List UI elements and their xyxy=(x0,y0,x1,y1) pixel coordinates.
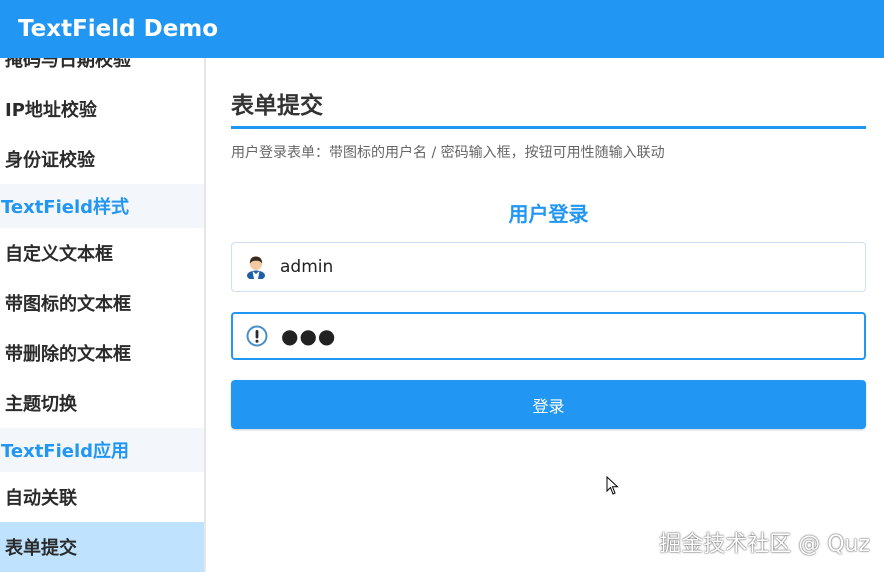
username-input[interactable] xyxy=(280,257,840,277)
sidebar-item-label: 掩码与日期校验 xyxy=(5,58,131,71)
sidebar-item-label: 主题切换 xyxy=(5,394,77,415)
user-icon xyxy=(232,255,280,279)
watermark: 掘金技术社区 @ Quz xyxy=(659,532,870,557)
sidebar-item-label: 表单提交 xyxy=(5,538,77,559)
sidebar[interactable]: 掩码与日期校验 IP地址校验 身份证校验 TextField样式 自定义文本框 … xyxy=(0,58,206,572)
password-field[interactable]: ●●● xyxy=(231,312,866,360)
sidebar-item-mask-date[interactable]: 掩码与日期校验 xyxy=(0,58,204,84)
sidebar-list: 掩码与日期校验 IP地址校验 身份证校验 TextField样式 自定义文本框 … xyxy=(0,58,204,572)
sidebar-item-theme[interactable]: 主题切换 xyxy=(0,378,204,428)
sidebar-item-ip[interactable]: IP地址校验 xyxy=(0,84,204,134)
password-input[interactable]: ●●● xyxy=(281,324,841,348)
form-title: 用户登录 xyxy=(508,202,589,226)
sidebar-item-custom[interactable]: 自定义文本框 xyxy=(0,228,204,278)
mouse-cursor-icon xyxy=(606,475,620,500)
login-button[interactable]: 登录 xyxy=(231,380,866,429)
sidebar-section-style: TextField样式 xyxy=(0,184,204,228)
sidebar-item-label: 带图标的文本框 xyxy=(5,294,131,315)
sidebar-item-label: 自定义文本框 xyxy=(5,244,113,265)
username-field[interactable] xyxy=(231,242,866,292)
sidebar-item-clear-field[interactable]: 带删除的文本框 xyxy=(0,328,204,378)
sidebar-item-icon-field[interactable]: 带图标的文本框 xyxy=(0,278,204,328)
sidebar-item-label: 身份证校验 xyxy=(5,150,95,171)
page-title: 表单提交 xyxy=(231,93,323,119)
sidebar-item-autocomplete[interactable]: 自动关联 xyxy=(0,472,204,522)
app-bar: TextField Demo xyxy=(0,0,884,58)
app-title: TextField Demo xyxy=(18,16,219,42)
sidebar-item-label: IP地址校验 xyxy=(5,100,97,121)
sidebar-item-label: 自动关联 xyxy=(5,488,77,509)
sidebar-item-idcard[interactable]: 身份证校验 xyxy=(0,134,204,184)
main-content: 表单提交 用户登录表单：带图标的用户名 / 密码输入框，按钮可用性随输入联动 用… xyxy=(206,58,884,572)
page-description: 用户登录表单：带图标的用户名 / 密码输入框，按钮可用性随输入联动 xyxy=(231,145,665,161)
app-window: TextField Demo 掩码与日期校验 IP地址校验 身份证校验 Text… xyxy=(0,0,884,572)
sidebar-item-label: 带删除的文本框 xyxy=(5,344,131,365)
sidebar-item-form-submit[interactable]: 表单提交 xyxy=(0,522,204,572)
sidebar-section-label: TextField应用 xyxy=(1,441,130,462)
sidebar-section-app: TextField应用 xyxy=(0,428,204,472)
title-divider xyxy=(231,126,866,129)
password-info-icon xyxy=(233,325,281,347)
sidebar-section-label: TextField样式 xyxy=(1,197,130,218)
